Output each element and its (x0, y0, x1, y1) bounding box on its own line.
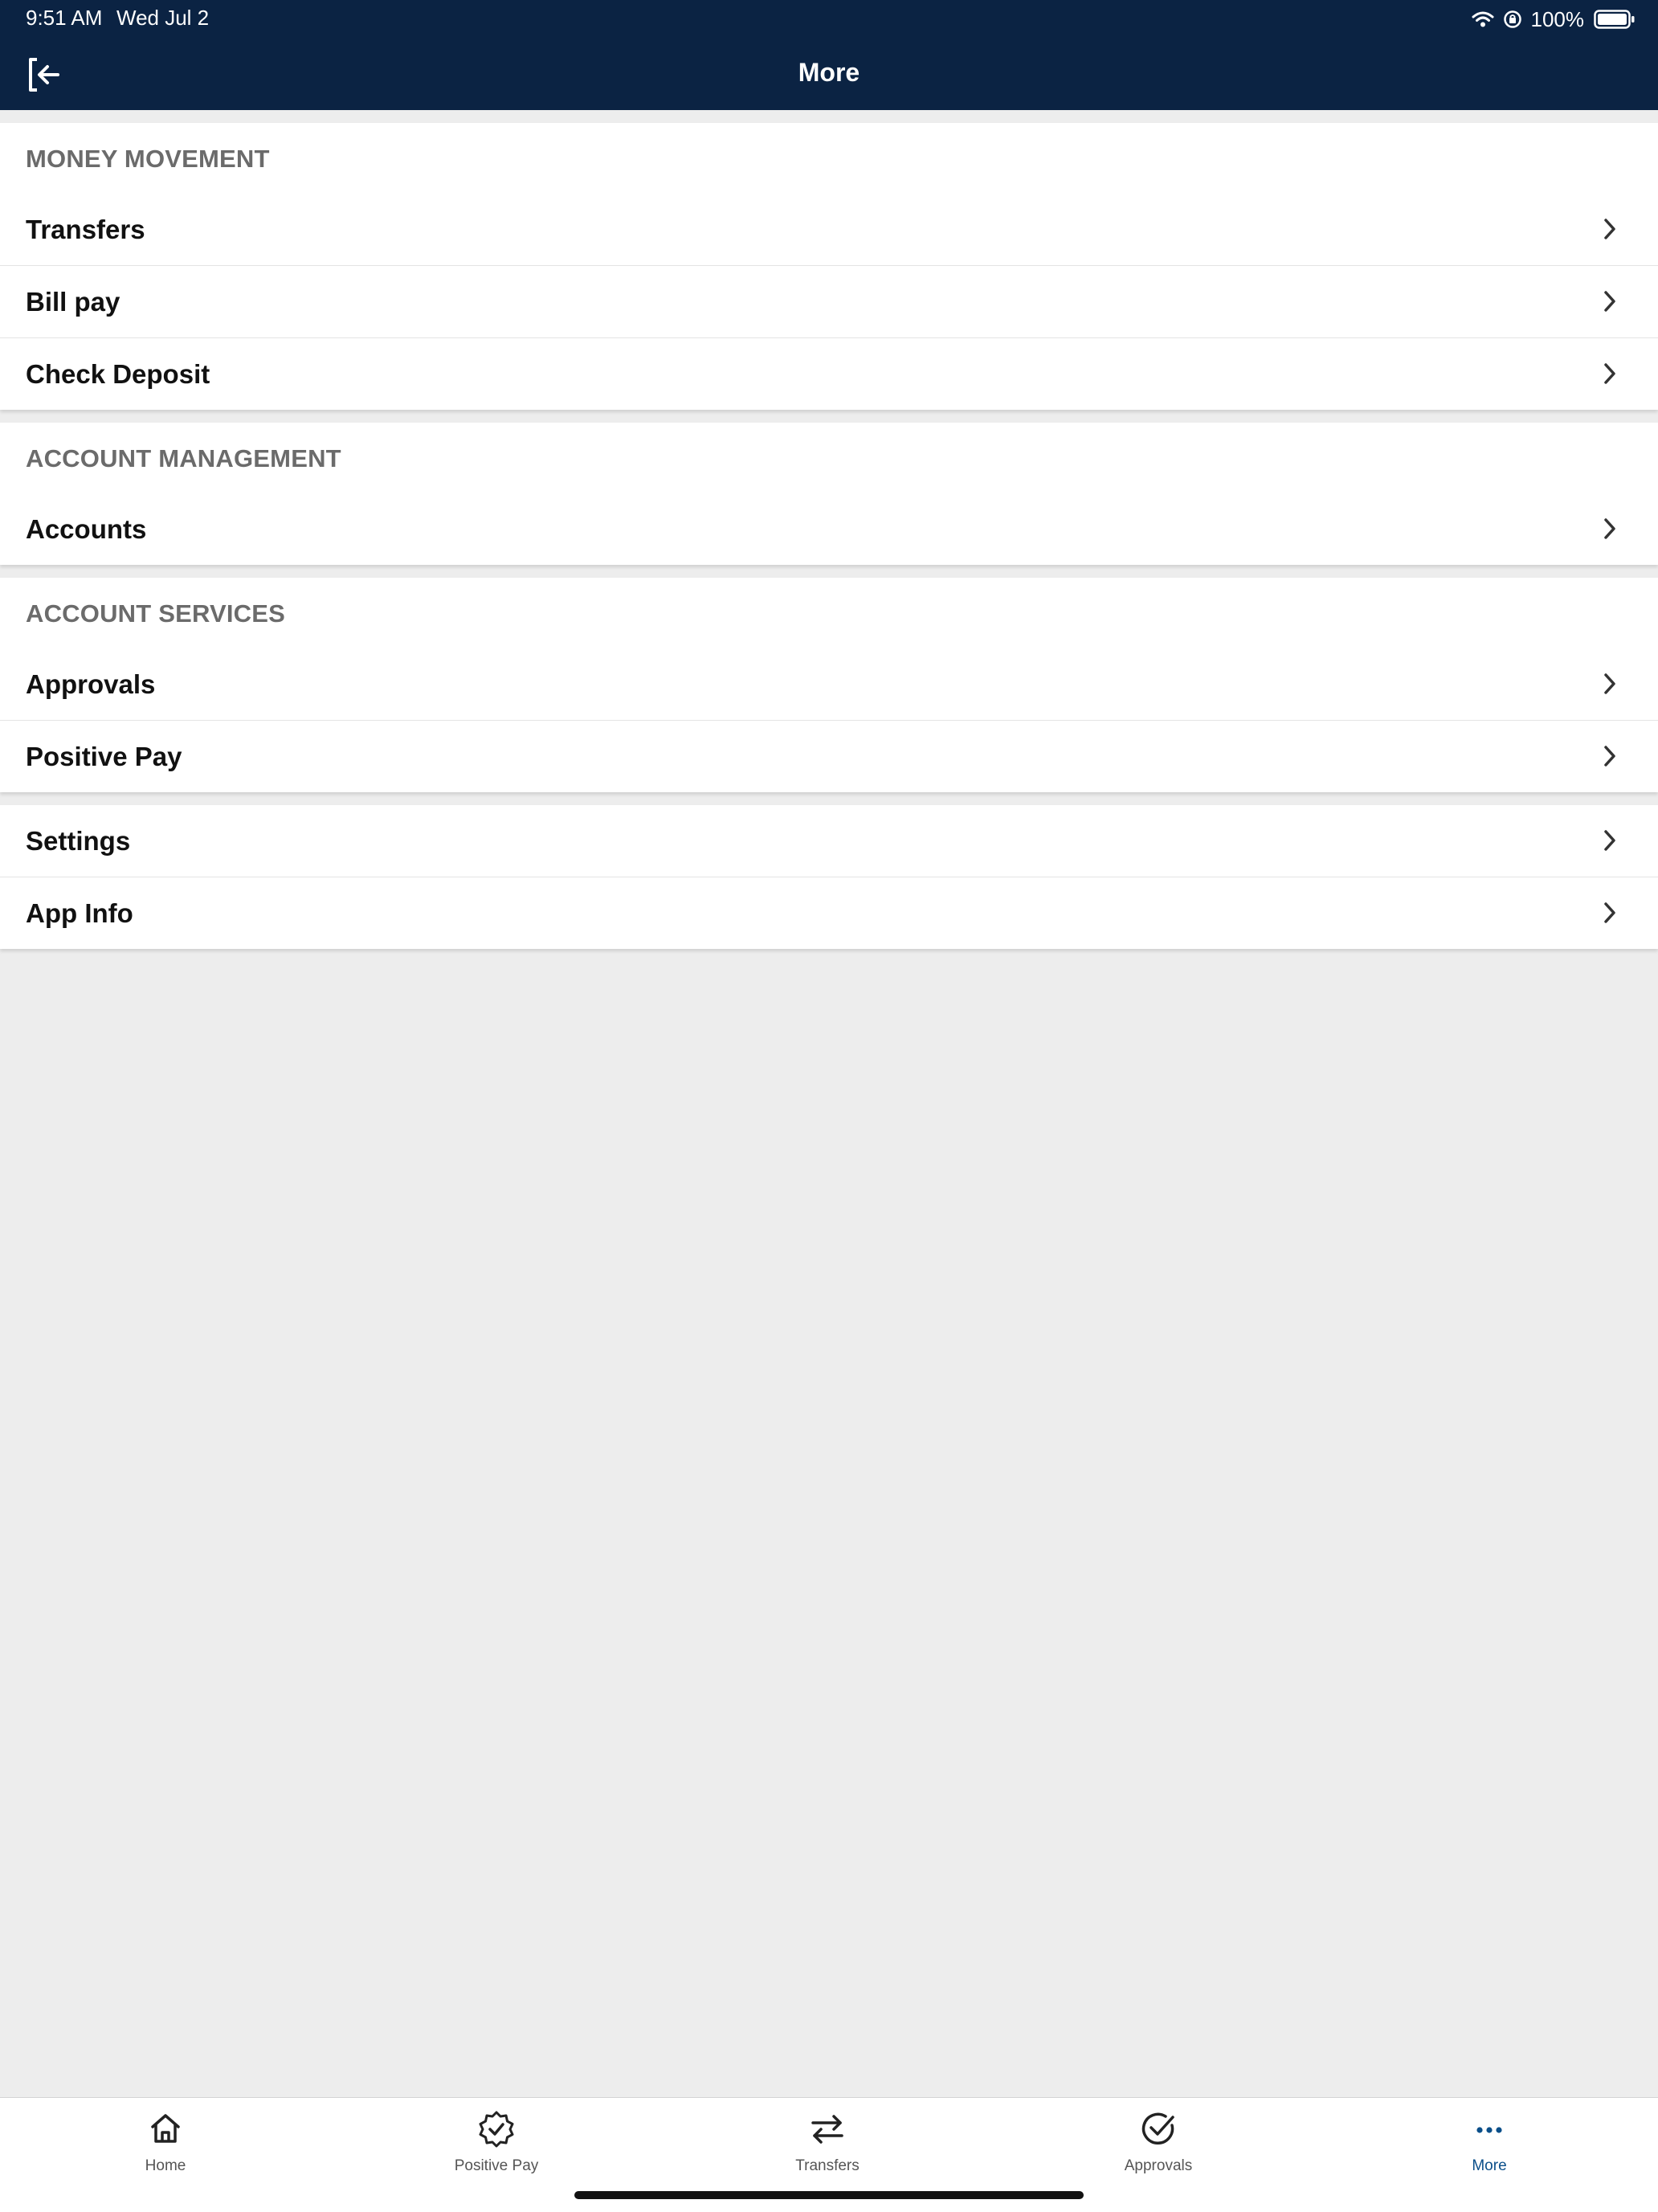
check-circle-icon (1141, 2112, 1174, 2145)
menu-item-transfers[interactable]: Transfers (0, 194, 1658, 265)
chevron-right-icon (1604, 746, 1615, 767)
tab-approvals[interactable]: Approvals (993, 2098, 1324, 2186)
chevron-right-icon (1604, 902, 1615, 923)
menu-item-check-deposit[interactable]: Check Deposit (0, 337, 1658, 410)
wifi-icon (1472, 11, 1493, 27)
home-icon (151, 2114, 180, 2143)
menu-item-label: Settings (26, 826, 131, 856)
menu-item-approvals[interactable]: Approvals (0, 648, 1658, 720)
tab-label: Positive Pay (454, 2157, 539, 2174)
tab-label: More (1472, 2157, 1507, 2174)
chevron-right-icon (1604, 219, 1615, 239)
tab-label: Transfers (795, 2157, 860, 2174)
menu-item-positive-pay[interactable]: Positive Pay (0, 720, 1658, 792)
tab-more[interactable]: More (1324, 2098, 1655, 2186)
tab-home[interactable]: Home (0, 2098, 331, 2186)
menu-item-label: Check Deposit (26, 359, 210, 389)
status-time: 9:51 AM (26, 6, 103, 30)
transfer-arrows-icon (811, 2115, 843, 2144)
section-title: ACCOUNT MANAGEMENT (26, 444, 341, 472)
menu-sections: MONEY MOVEMENT Transfers Bill pay Check … (0, 123, 1658, 962)
tab-transfers[interactable]: Transfers (662, 2098, 993, 2186)
battery-percentage: 100% (1530, 6, 1585, 31)
home-indicator[interactable] (574, 2191, 1084, 2199)
menu-item-bill-pay[interactable]: Bill pay (0, 265, 1658, 337)
section-account-management: ACCOUNT MANAGEMENT Accounts (0, 423, 1658, 565)
section-general: Settings App Info (0, 805, 1658, 949)
section-account-services: ACCOUNT SERVICES Approvals Positive Pay (0, 578, 1658, 792)
status-date: Wed Jul 2 (116, 6, 210, 30)
tab-label: Approvals (1124, 2157, 1193, 2174)
tab-label: Home (145, 2157, 186, 2174)
status-bar: 9:51 AM Wed Jul 2 100% (0, 0, 1658, 37)
section-title: ACCOUNT SERVICES (26, 599, 286, 628)
page-title: More (798, 58, 860, 87)
menu-item-label: Accounts (26, 514, 147, 544)
menu-item-label: App Info (26, 898, 133, 928)
status-indicators: 100% (1472, 6, 1636, 33)
badge-check-icon (479, 2111, 514, 2148)
menu-item-accounts[interactable]: Accounts (0, 493, 1658, 565)
section-title: MONEY MOVEMENT (26, 145, 270, 173)
tab-positive-pay[interactable]: Positive Pay (331, 2098, 662, 2186)
chevron-right-icon (1604, 830, 1615, 851)
chevron-right-icon (1604, 291, 1615, 312)
menu-item-settings[interactable]: Settings (0, 805, 1658, 877)
top-header: 9:51 AM Wed Jul 2 100% More (0, 0, 1658, 110)
menu-item-label: Bill pay (26, 287, 120, 317)
menu-item-label: Transfers (26, 215, 145, 244)
menu-item-app-info[interactable]: App Info (0, 877, 1658, 949)
more-dots-icon (1476, 2127, 1502, 2133)
section-money-movement: MONEY MOVEMENT Transfers Bill pay Check … (0, 123, 1658, 410)
menu-item-label: Positive Pay (26, 742, 182, 771)
chevron-right-icon (1604, 518, 1615, 539)
chevron-right-icon (1604, 363, 1615, 384)
menu-item-label: Approvals (26, 669, 156, 699)
chevron-right-icon (1604, 673, 1615, 694)
orientation-lock-icon (1503, 10, 1521, 28)
battery-icon (1594, 10, 1635, 29)
